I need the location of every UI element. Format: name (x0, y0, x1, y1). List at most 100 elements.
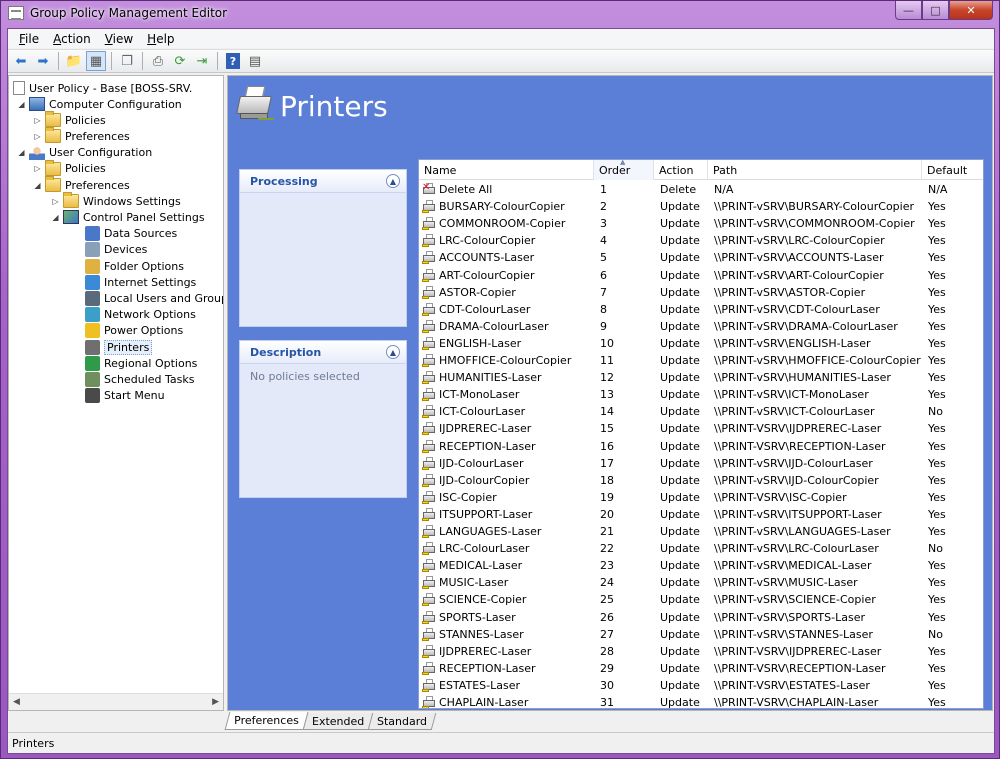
back-icon[interactable]: ⬅ (11, 51, 31, 71)
table-row[interactable]: MUSIC-Laser 24 Update \\PRINT-vSRV\MUSIC-La… (419, 574, 983, 591)
tree-item-network-options[interactable]: Network Options (69, 307, 196, 323)
table-row[interactable]: SPORTS-Laser 26 Update \\PRINT-vSRV\SPORTS-… (419, 609, 983, 626)
tree-horizontal-scrollbar[interactable]: ◀ ▶ (9, 693, 223, 710)
collapse-arrow-icon[interactable]: ◢ (51, 213, 60, 222)
table-row[interactable]: ESTATES-Laser 30 Update \\PRINT-VSRV\ESTATE… (419, 677, 983, 694)
cell-path: \\PRINT-vSRV\BURSARY-ColourCopier (714, 200, 915, 214)
tree-item-scheduled-tasks[interactable]: Scheduled Tasks (69, 371, 195, 387)
table-row[interactable]: ART-ColourCopier 6 Update \\PRINT-vSRV\ART-… (419, 267, 983, 284)
tree-item-folder-options[interactable]: Folder Options (69, 258, 184, 274)
table-row[interactable]: ACCOUNTS-Laser 5 Update \\PRINT-vSRV\ACCOUN… (419, 249, 983, 266)
table-row[interactable]: STANNES-Laser 27 Update \\PRINT-vSRV\STANNE… (419, 626, 983, 643)
table-row[interactable]: ISC-Copier 19 Update \\PRINT-VSRV\ISC-Copie… (419, 489, 983, 506)
tree-item-windows-settings[interactable]: ▷ Windows Settings (51, 192, 181, 209)
table-row[interactable]: IJD-ColourLaser 17 Update \\PRINT-vSRV\IJD-… (419, 455, 983, 472)
properties-icon[interactable]: ▤ (245, 51, 265, 71)
tree-item-regional-options[interactable]: Regional Options (69, 355, 197, 371)
tab-preferences[interactable]: Preferences (224, 712, 309, 730)
tree-item-preferences[interactable]: ◢ Preferences (33, 176, 130, 193)
processing-panel-header[interactable]: Processing ▲ (240, 170, 406, 193)
table-row[interactable]: SCIENCE-Copier 25 Update \\PRINT-vSRV\SCIEN… (419, 591, 983, 608)
cell-name: HMOFFICE-ColourCopier (422, 352, 591, 369)
export-icon[interactable]: ⇥ (192, 51, 212, 71)
minimize-button[interactable]: — (895, 1, 922, 20)
column-header-name[interactable]: Name (419, 160, 594, 180)
cell-default: N/A (928, 183, 948, 196)
show-hide-tree-icon[interactable]: ▦ (86, 51, 106, 71)
tree-item-data-sources[interactable]: Data Sources (69, 226, 177, 242)
title-bar[interactable]: Group Policy Management Editor — □ ✕ (1, 1, 999, 26)
expand-arrow-icon[interactable]: ▷ (33, 116, 42, 125)
close-button[interactable]: ✕ (949, 1, 993, 20)
table-row[interactable]: CHAPLAIN-Laser 31 Update \\PRINT-VSRV\CHAPL… (419, 694, 983, 708)
column-header-action[interactable]: Action (654, 160, 708, 180)
expand-arrow-icon[interactable]: ▷ (33, 164, 42, 173)
cell-default: Yes (928, 234, 946, 248)
table-row[interactable]: COMMONROOM-Copier 3 Update \\PRINT-vSRV\COM… (419, 215, 983, 232)
table-row[interactable]: IJD-ColourCopier 18 Update \\PRINT-vSRV\IJD… (419, 472, 983, 489)
tree-item-printers[interactable]: Printers (69, 339, 153, 355)
tree-item-control-panel-settings[interactable]: ◢ Control Panel Settings (51, 209, 205, 225)
refresh-icon[interactable]: ⟳ (170, 51, 190, 71)
tree-item-start-menu[interactable]: Start Menu (69, 388, 165, 404)
table-row[interactable]: ✕ Delete All 1 Delete N/A N/A (419, 181, 983, 198)
table-row[interactable]: HUMANITIES-Laser 12 Update \\PRINT-vSRV\HUM… (419, 369, 983, 386)
collapse-arrow-icon[interactable]: ◢ (33, 181, 42, 190)
table-row[interactable]: LANGUAGES-Laser 21 Update \\PRINT-vSRV\LANG… (419, 523, 983, 540)
copy-icon[interactable]: ❐ (117, 51, 137, 71)
table-row[interactable]: IJDPREREC-Laser 28 Update \\PRINT-VSRV\IJDP… (419, 643, 983, 660)
description-panel-header[interactable]: Description ▲ (240, 341, 406, 364)
forward-icon[interactable]: ➡ (33, 51, 53, 71)
tree-item-power-options[interactable]: Power Options (69, 323, 183, 339)
table-row[interactable]: ICT-ColourLaser 14 Update \\PRINT-vSRV\ICT-… (419, 403, 983, 420)
table-row[interactable]: IJDPREREC-Laser 15 Update \\PRINT-VSRV\IJDP… (419, 420, 983, 437)
expand-arrow-icon[interactable]: ▷ (33, 132, 42, 141)
table-row[interactable]: DRAMA-ColourLaser 9 Update \\PRINT-vSRV\DRA… (419, 318, 983, 335)
table-row[interactable]: CDT-ColourLaser 8 Update \\PRINT-vSRV\CDT-C… (419, 301, 983, 318)
print-icon[interactable]: ⎙ (148, 51, 168, 71)
table-row[interactable]: BURSARY-ColourCopier 2 Update \\PRINT-vSRV\… (419, 198, 983, 215)
column-header-order[interactable]: Order ▲ (594, 160, 654, 180)
tree-item-local-users-and-groups[interactable]: Local Users and Groups (69, 290, 223, 306)
tree-item-internet-settings[interactable]: Internet Settings (69, 274, 196, 290)
menu-file[interactable]: File (12, 32, 46, 46)
tab-extended[interactable]: Extended (302, 713, 374, 730)
table-row[interactable]: LRC-ColourLaser 22 Update \\PRINT-vSRV\LRC-… (419, 540, 983, 557)
tree-root[interactable]: User Policy - Base [BOSS-SRV. (13, 80, 192, 96)
tab-standard[interactable]: Standard (367, 713, 437, 730)
folder-icon (63, 192, 79, 209)
table-row[interactable]: HMOFFICE-ColourCopier 11 Update \\PRINT-vSR… (419, 352, 983, 369)
expand-arrow-icon[interactable]: ▷ (51, 197, 60, 206)
collapse-arrow-icon[interactable]: ◢ (17, 100, 26, 109)
table-row[interactable]: RECEPTION-Laser 16 Update \\PRINT-VSRV\RECE… (419, 438, 983, 455)
console-tree[interactable]: ◀ ▶ User Policy - Base [BOSS-SRV. ◢ Comput… (8, 75, 224, 711)
tree-item-computer-configuration[interactable]: ◢ Computer Configuration (17, 96, 182, 112)
tree-item-devices[interactable]: Devices (69, 242, 147, 258)
table-row[interactable]: MEDICAL-Laser 23 Update \\PRINT-vSRV\MEDICA… (419, 557, 983, 574)
maximize-button[interactable]: □ (922, 1, 949, 20)
table-row[interactable]: LRC-ColourCopier 4 Update \\PRINT-vSRV\LRC-… (419, 232, 983, 249)
table-row[interactable]: ENGLISH-Laser 10 Update \\PRINT-vSRV\ENGLIS… (419, 335, 983, 352)
collapse-arrow-icon[interactable]: ◢ (17, 148, 26, 157)
menu-help[interactable]: Help (140, 32, 181, 46)
table-row[interactable]: ICT-MonoLaser 13 Update \\PRINT-vSRV\ICT-Mo… (419, 386, 983, 403)
collapse-icon[interactable]: ▲ (386, 345, 400, 359)
help-icon[interactable]: ? (226, 53, 240, 69)
menu-action[interactable]: Action (46, 32, 98, 46)
tree-item-preferences[interactable]: ▷ Preferences (33, 127, 130, 144)
scroll-left-icon[interactable]: ◀ (13, 697, 20, 707)
menu-view[interactable]: View (98, 32, 140, 46)
tree-item-user-configuration[interactable]: ◢ User Configuration (17, 145, 152, 161)
up-folder-icon[interactable]: 📁 (64, 51, 84, 71)
printers-list[interactable]: Name Order ▲ Action Path Default ✕ Delete All 1… (418, 159, 984, 709)
column-header-default[interactable]: Default (922, 160, 983, 180)
table-row[interactable]: ASTOR-Copier 7 Update \\PRINT-vSRV\ASTOR-Co… (419, 284, 983, 301)
scroll-right-icon[interactable]: ▶ (212, 697, 219, 707)
table-row[interactable]: RECEPTION-Laser 29 Update \\PRINT-VSRV\RECE… (419, 660, 983, 677)
column-header-path[interactable]: Path (708, 160, 922, 180)
cell-path: \\PRINT-VSRV\IJDPREREC-Laser (714, 422, 882, 436)
tree-item-policies[interactable]: ▷ Policies (33, 111, 106, 128)
table-row[interactable]: ITSUPPORT-Laser 20 Update \\PRINT-vSRV\ITSU… (419, 506, 983, 523)
collapse-icon[interactable]: ▲ (386, 174, 400, 188)
tree-item-policies[interactable]: ▷ Policies (33, 159, 106, 177)
